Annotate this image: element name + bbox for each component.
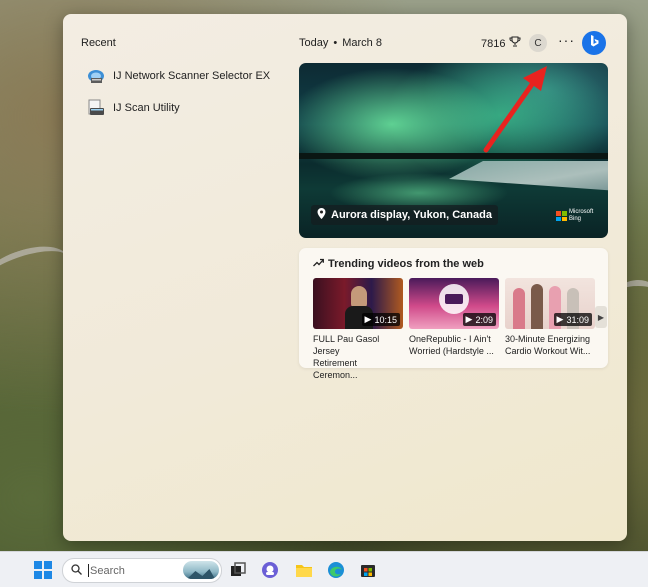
date-separator: • <box>333 37 338 49</box>
video-thumbnail: ▶ 2:09 <box>409 278 499 329</box>
chevron-right-icon: ▶ <box>597 312 605 322</box>
video-card[interactable]: ▶ 2:09 OneRepublic - I Ain't Worried (Ha… <box>409 278 499 357</box>
recent-item-scan-utility[interactable]: IJ Scan Utility <box>87 99 180 117</box>
video-thumbnail: ▶ 31:09 <box>505 278 595 329</box>
taskbar-search[interactable]: Search <box>62 558 222 583</box>
microsoft-bing-logo: Microsoft Bing <box>556 209 593 223</box>
trending-up-icon <box>313 258 324 270</box>
rewards-points[interactable]: 7816 <box>481 36 521 51</box>
trending-title-text: Trending videos from the web <box>328 258 484 270</box>
more-options-button[interactable]: ··· <box>558 32 575 48</box>
trending-videos-card: Trending videos from the web ▶ 10:15 FUL… <box>299 248 608 380</box>
video-thumbnail: ▶ 10:15 <box>313 278 403 329</box>
avatar[interactable]: C <box>529 34 547 52</box>
store-icon[interactable] <box>358 560 378 580</box>
windows-start-icon[interactable] <box>33 560 53 580</box>
recent-title: Recent <box>81 37 116 49</box>
video-card[interactable]: ▶ 10:15 FULL Pau Gasol Jersey Retirement… <box>313 278 403 381</box>
video-duration: ▶ 31:09 <box>553 313 592 326</box>
search-placeholder: Search <box>90 564 125 577</box>
taskbar: Search <box>0 551 648 587</box>
brand-line1: Microsoft <box>569 209 594 215</box>
recent-item-network-scanner[interactable]: IJ Network Scanner Selector EX <box>87 67 270 85</box>
video-duration: ▶ 10:15 <box>361 313 400 326</box>
today-label: Today <box>299 37 329 49</box>
recent-item-label: IJ Network Scanner Selector EX <box>113 70 271 82</box>
bing-chat-button[interactable] <box>582 31 606 55</box>
chat-icon[interactable] <box>260 560 280 580</box>
video-title: OneRepublic - I Ain't Worried (Hardstyle… <box>409 334 494 356</box>
search-icon <box>71 563 82 578</box>
video-duration: ▶ 2:09 <box>462 313 496 326</box>
bing-icon <box>587 34 601 53</box>
microsoft-logo-icon <box>556 211 567 221</box>
points-value: 7816 <box>481 37 506 50</box>
date-line: Today • March 8 <box>299 37 382 49</box>
hero-caption[interactable]: Aurora display, Yukon, Canada <box>311 205 498 225</box>
date-label: March 8 <box>342 37 382 49</box>
play-icon: ▶ <box>556 314 564 324</box>
widgets-panel: Recent IJ Network Scanner Selector EX IJ… <box>63 14 627 541</box>
video-title: 30-Minute Energizing Cardio Workout Wit.… <box>505 334 591 356</box>
red-annotation-arrow <box>483 66 547 153</box>
hero-caption-text: Aurora display, Yukon, Canada <box>331 209 492 221</box>
file-explorer-icon[interactable] <box>294 560 314 580</box>
location-pin-icon <box>317 208 326 222</box>
trending-title[interactable]: Trending videos from the web <box>313 258 484 270</box>
network-scanner-icon <box>87 67 105 85</box>
play-icon: ▶ <box>465 314 473 324</box>
recent-item-label: IJ Scan Utility <box>113 102 180 114</box>
video-card[interactable]: ▶ 31:09 30-Minute Energizing Cardio Work… <box>505 278 595 357</box>
next-videos-button[interactable]: ▶ <box>595 306 607 328</box>
search-highlight-image <box>183 561 219 579</box>
brand-line2: Bing <box>569 216 582 222</box>
trophy-icon <box>509 36 521 51</box>
task-view-icon[interactable] <box>228 560 248 580</box>
video-title: FULL Pau Gasol Jersey Retirement Ceremon… <box>313 334 380 380</box>
text-cursor <box>88 564 89 577</box>
play-icon: ▶ <box>364 314 372 324</box>
edge-icon[interactable] <box>326 560 346 580</box>
scan-utility-icon <box>87 99 105 117</box>
